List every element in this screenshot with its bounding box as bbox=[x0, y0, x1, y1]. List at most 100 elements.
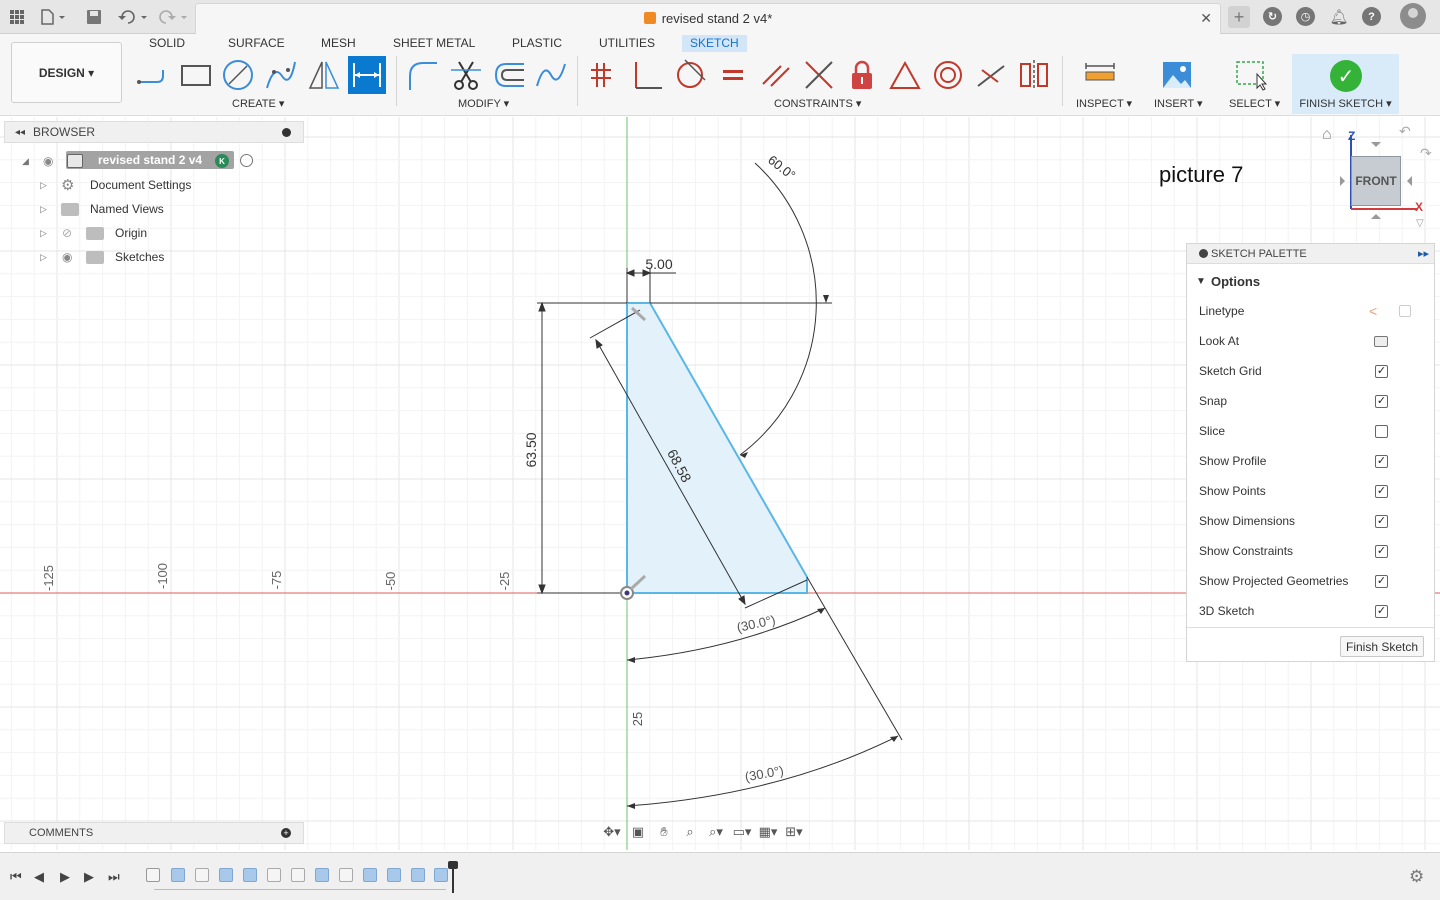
midpoint-constraint-icon[interactable] bbox=[972, 56, 1010, 94]
trim-tool-icon[interactable] bbox=[447, 56, 485, 94]
collapse-triangle-icon[interactable]: ◢ bbox=[22, 156, 29, 167]
tab-solid[interactable]: SOLID bbox=[141, 35, 193, 52]
coincident-constraint-icon[interactable] bbox=[800, 56, 838, 94]
comments-panel[interactable]: COMMENTS + bbox=[4, 822, 304, 844]
slice-checkbox[interactable] bbox=[1375, 425, 1388, 438]
sketch-profile-fill[interactable] bbox=[627, 303, 807, 593]
step-back-icon[interactable]: ◀ bbox=[34, 869, 44, 885]
show-constraints-checkbox[interactable]: ✓ bbox=[1375, 545, 1388, 558]
expand-triangle-icon[interactable]: ▷ bbox=[40, 228, 47, 239]
pan-icon[interactable]: ✋︎ bbox=[652, 820, 676, 844]
show-projected-geometries-checkbox[interactable]: ✓ bbox=[1375, 575, 1388, 588]
grid-settings-icon[interactable]: ▦▾ bbox=[756, 820, 780, 844]
dimension-height[interactable] bbox=[537, 301, 627, 595]
activate-radio-icon[interactable] bbox=[240, 154, 253, 167]
timeline-feature-item[interactable] bbox=[315, 868, 329, 882]
timeline-feature-item[interactable] bbox=[363, 868, 377, 882]
expand-triangle-icon[interactable]: ▷ bbox=[40, 180, 47, 191]
go-to-end-icon[interactable]: ⏭ bbox=[108, 869, 120, 885]
timeline-feature-item[interactable] bbox=[219, 868, 233, 882]
show-dimensions-checkbox[interactable]: ✓ bbox=[1375, 515, 1388, 528]
timeline-sketch-item[interactable] bbox=[195, 868, 209, 882]
snap-checkbox[interactable]: ✓ bbox=[1375, 395, 1388, 408]
pin-icon[interactable] bbox=[1199, 249, 1208, 258]
inspect-menu[interactable]: INSPECT ▾ bbox=[1076, 97, 1132, 110]
expand-triangle-icon[interactable]: ▷ bbox=[40, 252, 47, 263]
zoom-icon[interactable]: ⌕ bbox=[678, 820, 702, 844]
palette-finish-sketch-button[interactable]: Finish Sketch bbox=[1340, 636, 1424, 657]
collapse-icon[interactable]: ◂◂ bbox=[15, 127, 25, 138]
timeline-feature-item[interactable] bbox=[434, 868, 448, 882]
browser-item-sketches[interactable]: ▷ ◉ Sketches bbox=[4, 245, 304, 269]
concentric-constraint-icon[interactable] bbox=[929, 56, 967, 94]
tab-mesh[interactable]: MESH bbox=[313, 35, 364, 52]
select-window-icon[interactable] bbox=[1231, 56, 1269, 94]
perpendicular-constraint-icon[interactable] bbox=[628, 56, 666, 94]
timeline-feature-item[interactable] bbox=[411, 868, 425, 882]
grid-icon[interactable] bbox=[7, 6, 27, 28]
dimension-top-width-value[interactable]: 5.00 bbox=[645, 256, 672, 272]
look-at-icon[interactable] bbox=[1374, 336, 1388, 347]
browser-root-item[interactable]: ◢ ◉ revised stand 2 v4 K bbox=[4, 149, 304, 173]
tab-sketch[interactable]: SKETCH bbox=[682, 35, 747, 52]
document-tab[interactable]: revised stand 2 v4* ✕ bbox=[195, 3, 1221, 34]
pin-icon[interactable] bbox=[282, 128, 291, 137]
zoom-window-icon[interactable]: ⌕▾ bbox=[704, 820, 728, 844]
sketch-grid-checkbox[interactable]: ✓ bbox=[1375, 365, 1388, 378]
curve-tool-icon[interactable] bbox=[532, 56, 570, 94]
insert-image-icon[interactable] bbox=[1158, 56, 1196, 94]
viewcube-front-face[interactable]: FRONT bbox=[1351, 156, 1401, 206]
show-points-checkbox[interactable]: ✓ bbox=[1375, 485, 1388, 498]
extensions-icon[interactable]: ↻ bbox=[1263, 7, 1282, 26]
workspace-switcher[interactable]: DESIGN ▾ bbox=[11, 42, 122, 103]
options-section-header[interactable]: ▼ Options bbox=[1187, 266, 1436, 296]
timeline-sketch-item[interactable] bbox=[291, 868, 305, 882]
job-status-icon[interactable]: ◷ bbox=[1296, 7, 1315, 26]
mirror-tool-icon[interactable] bbox=[305, 56, 343, 94]
equal-constraint-icon[interactable] bbox=[714, 56, 752, 94]
viewcube[interactable]: ⌂ ↶ ↷ Z X FRONT ▽ bbox=[1320, 123, 1434, 233]
timeline-sketch-item[interactable] bbox=[146, 868, 160, 882]
go-to-start-icon[interactable]: ⏮ bbox=[10, 869, 22, 885]
constraints-menu[interactable]: CONSTRAINTS ▾ bbox=[774, 97, 861, 110]
dimension-angle-top[interactable] bbox=[739, 162, 829, 458]
expand-panel-icon[interactable]: ▸▸ bbox=[1418, 247, 1429, 260]
viewcube-menu-icon[interactable]: ▽ bbox=[1416, 218, 1424, 229]
browser-item-origin[interactable]: ▷ ⊘ Origin bbox=[4, 221, 304, 245]
timeline-feature-item[interactable] bbox=[243, 868, 257, 882]
tab-plastic[interactable]: PLASTIC bbox=[504, 35, 570, 52]
tab-sheet-metal[interactable]: SHEET METAL bbox=[385, 35, 483, 52]
dimension-top-width[interactable] bbox=[625, 268, 676, 303]
line-tool-icon[interactable] bbox=[133, 56, 171, 94]
redo-icon[interactable] bbox=[156, 6, 190, 28]
notifications-icon[interactable]: 🔔︎ bbox=[1329, 6, 1349, 28]
timeline-feature-item[interactable] bbox=[171, 868, 185, 882]
new-tab-icon[interactable]: + bbox=[1228, 6, 1250, 28]
browser-item-document-settings[interactable]: ▷ ⚙ Document Settings bbox=[4, 173, 304, 197]
viewports-icon[interactable]: ⊞▾ bbox=[782, 820, 806, 844]
dimension-height-value[interactable]: 63.50 bbox=[523, 432, 539, 467]
spline-tool-icon[interactable] bbox=[262, 56, 300, 94]
avatar[interactable] bbox=[1400, 3, 1426, 29]
construction-linetype-icon[interactable]: < bbox=[1369, 303, 1377, 319]
horizontal-vertical-constraint-icon[interactable] bbox=[585, 56, 623, 94]
browser-header[interactable]: ◂◂ BROWSER bbox=[4, 121, 304, 143]
step-forward-icon[interactable]: ▶ bbox=[84, 869, 94, 885]
fillet-tool-icon[interactable] bbox=[403, 56, 441, 94]
timeline-feature-item[interactable] bbox=[387, 868, 401, 882]
add-comment-icon[interactable]: + bbox=[281, 828, 291, 838]
circle-tool-icon[interactable] bbox=[219, 56, 257, 94]
measure-icon[interactable] bbox=[1081, 56, 1119, 94]
visibility-eye-icon[interactable]: ◉ bbox=[62, 250, 72, 264]
sketch-palette-header[interactable]: SKETCH PALETTE ▸▸ bbox=[1187, 244, 1434, 264]
play-icon[interactable]: ▶ bbox=[60, 869, 70, 885]
tab-utilities[interactable]: UTILITIES bbox=[591, 35, 663, 52]
look-at-icon[interactable]: ▣ bbox=[626, 820, 650, 844]
triangle-constraint-icon[interactable] bbox=[886, 56, 924, 94]
expand-triangle-icon[interactable]: ▷ bbox=[40, 204, 47, 215]
tab-surface[interactable]: SURFACE bbox=[220, 35, 293, 52]
modify-menu[interactable]: MODIFY ▾ bbox=[458, 97, 509, 110]
symmetry-constraint-icon[interactable] bbox=[1015, 56, 1053, 94]
visibility-eye-icon[interactable]: ◉ bbox=[43, 154, 53, 168]
offset-tool-icon[interactable] bbox=[490, 56, 528, 94]
